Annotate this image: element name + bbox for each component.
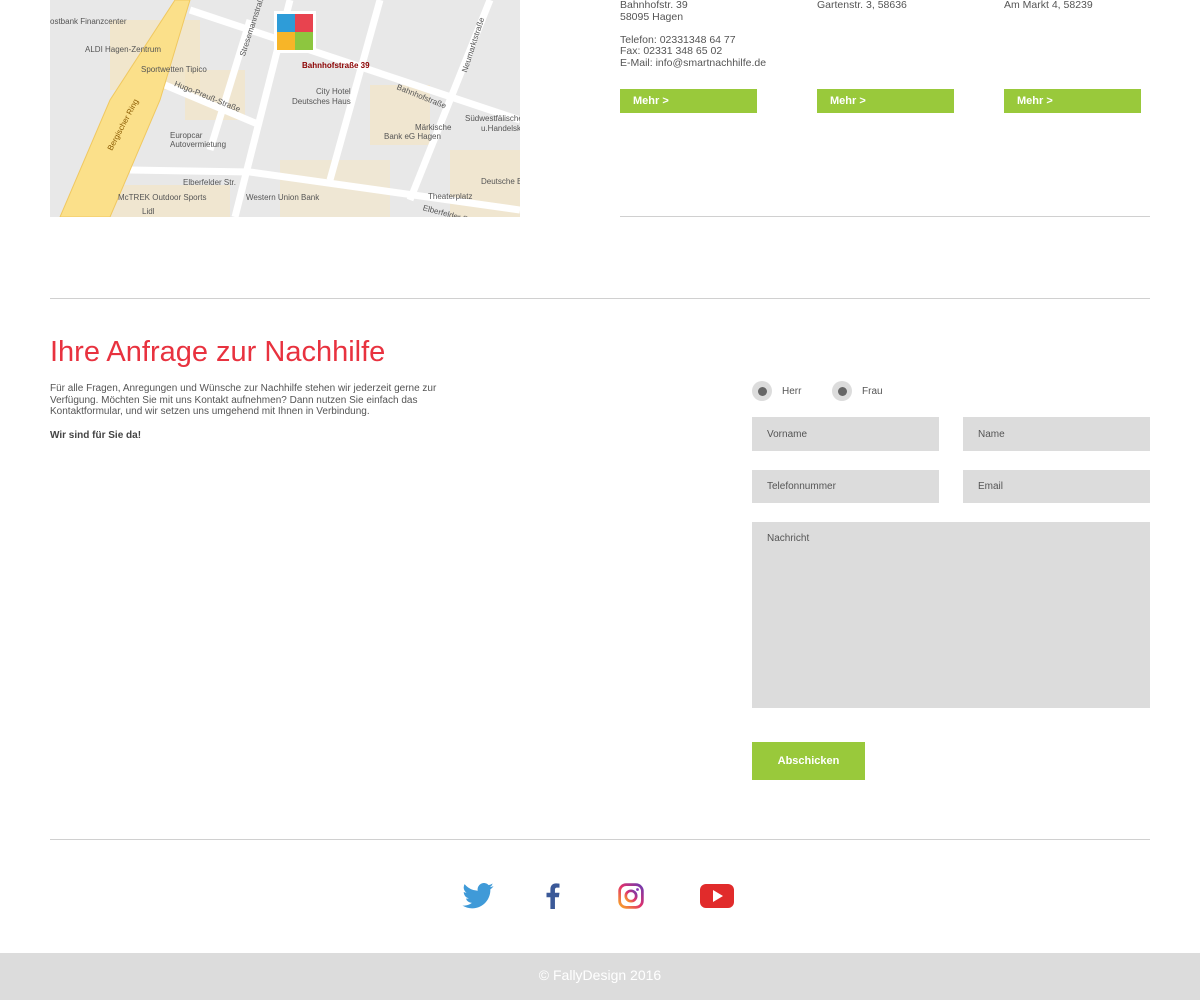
map-label: u.Handelsk: [481, 124, 520, 133]
map-marker-logo[interactable]: [274, 11, 316, 53]
inquiry-title: Ihre Anfrage zur Nachhilfe: [50, 336, 386, 368]
intro-text: Für alle Fragen, Anregungen und Wünsche …: [50, 383, 437, 418]
radio-label: Frau: [862, 385, 883, 397]
address-line: Bahnhofstr. 39: [620, 0, 688, 11]
map-label: Autovermietung: [170, 140, 227, 149]
map-label: Deutsche B: [481, 177, 520, 186]
map-label: Bank eG Hagen: [384, 132, 441, 141]
name-input[interactable]: [963, 417, 1150, 451]
more-button-3[interactable]: Mehr >: [1004, 89, 1141, 113]
phone-input[interactable]: [752, 470, 939, 503]
tagline: Wir sind für Sie da!: [50, 430, 142, 442]
email-line: E-Mail: info@smartnachhilfe.de: [620, 56, 767, 69]
facebook-icon[interactable]: [536, 880, 570, 912]
more-button-2[interactable]: Mehr >: [817, 89, 954, 113]
inquiry-intro: Für alle Fragen, Anregungen und Wünsche …: [50, 383, 450, 442]
radio-button[interactable]: [752, 381, 772, 401]
radio-frau[interactable]: Frau: [832, 381, 883, 401]
map-label: ALDI Hagen-Zentrum: [85, 45, 162, 54]
divider: [50, 298, 1150, 299]
copyright-text: © FallyDesign 2016: [538, 967, 662, 983]
submit-button[interactable]: Abschicken: [752, 742, 865, 780]
radio-button[interactable]: [832, 381, 852, 401]
youtube-icon[interactable]: [700, 880, 734, 912]
map-label: McTREK Outdoor Sports: [118, 193, 207, 202]
divider: [50, 839, 1150, 840]
map-label: Elberfelder Str.: [183, 178, 236, 187]
radio-label: Herr: [782, 385, 802, 397]
location-address-2: Gartenstr. 3, 58636: [817, 0, 907, 11]
footer: © FallyDesign 2016: [0, 953, 1200, 1000]
map-label: ostbank Finanzcenter: [50, 17, 127, 26]
more-button-1[interactable]: Mehr >: [620, 89, 757, 113]
map-label: Western Union Bank: [246, 193, 320, 202]
address-line: 58095 Hagen: [620, 10, 684, 23]
twitter-icon[interactable]: [461, 880, 495, 912]
location-map[interactable]: Bahnhofstraße 39 ostbank Finanzcenter AL…: [50, 0, 520, 217]
firstname-input[interactable]: [752, 417, 939, 451]
location-address-3: Am Markt 4, 58239: [1004, 0, 1093, 11]
map-label: Deutsches Haus: [292, 97, 351, 106]
email-input[interactable]: [963, 470, 1150, 503]
fax-line: Fax: 02331 348 65 02: [620, 45, 723, 57]
map-label: Lidl: [142, 207, 155, 216]
map-label: Südwestfälische: [465, 114, 520, 123]
location-address-hagen: Bahnhofstr. 39 58095 Hagen Telefon: 0233…: [620, 0, 766, 69]
map-label: Theaterplatz: [428, 192, 473, 201]
divider: [620, 216, 1150, 217]
map-label: Sportwetten Tipico: [141, 65, 207, 74]
radio-herr[interactable]: Herr: [752, 381, 801, 401]
map-pin-label: Bahnhofstraße 39: [302, 61, 370, 70]
map-label: City Hotel: [316, 87, 351, 96]
message-textarea[interactable]: [752, 522, 1150, 708]
instagram-icon[interactable]: [614, 880, 648, 912]
